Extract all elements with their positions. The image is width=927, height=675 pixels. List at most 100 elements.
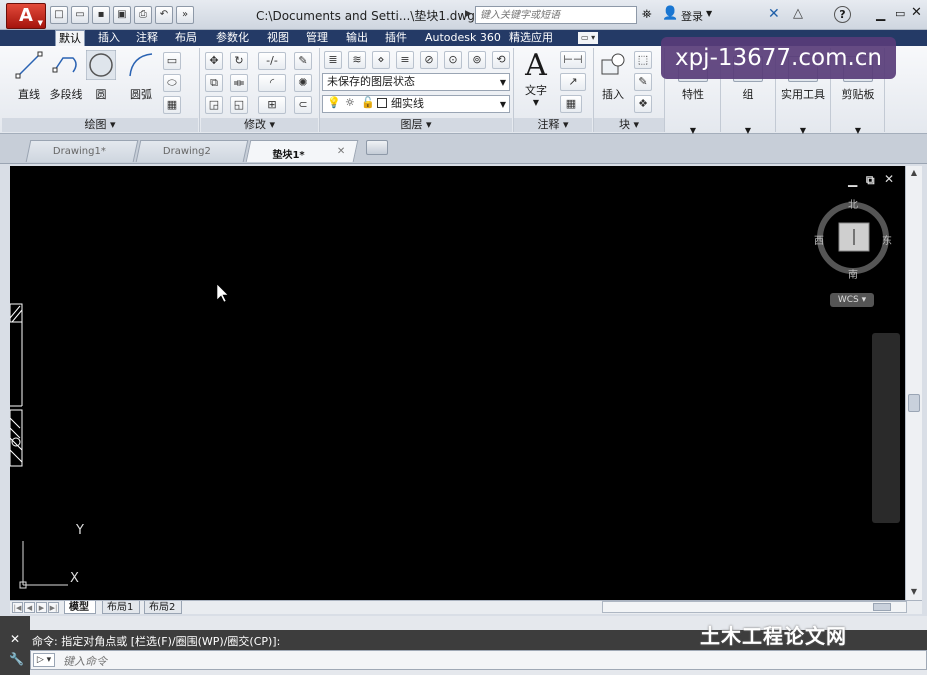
insert-block-button[interactable]: 插入 [596, 50, 630, 102]
minimize-button[interactable]: ▁ [876, 7, 885, 21]
close-button[interactable]: ✕ [911, 5, 922, 20]
create-block-icon[interactable]: ⬚ [634, 51, 652, 69]
next-layout-icon[interactable]: ▶ [36, 602, 47, 613]
search-input[interactable] [475, 6, 637, 24]
doc-tab-dianpian1[interactable]: 垫块1* ✕ [245, 140, 359, 162]
explode-icon[interactable]: ✺ [294, 74, 312, 92]
wcs-dropdown[interactable]: WCS ▾ [830, 293, 874, 307]
tab-manage[interactable]: 管理 [303, 30, 331, 46]
copy-icon[interactable]: ⧉ [205, 74, 223, 92]
stretch-icon[interactable]: ◲ [205, 96, 223, 114]
scroll-up-icon[interactable]: ▲ [906, 166, 922, 180]
tab-model[interactable]: 模型 [64, 601, 96, 614]
viewport-minimize-icon[interactable]: ▁ [848, 173, 857, 187]
tab-plugins[interactable]: 插件 [382, 30, 410, 46]
annotation-panel-title[interactable]: 注释 ▾ [514, 118, 592, 132]
block-panel-title[interactable]: 块 ▾ [594, 118, 664, 132]
search-expand-icon[interactable]: ▶ [465, 9, 472, 19]
array-icon[interactable]: ⊞ [258, 96, 286, 114]
layer-dropdown[interactable]: 💡 ☼ 🔓 细实线 ▼ [322, 95, 510, 113]
save-icon[interactable]: ▪ [92, 6, 110, 24]
circle-button[interactable]: 圆 [84, 50, 118, 102]
navigation-bar[interactable] [872, 333, 900, 523]
compass-west[interactable]: 西 [814, 232, 824, 247]
help-icon[interactable]: ? [834, 6, 851, 23]
login-link[interactable]: 登录 [681, 8, 703, 24]
command-prompt-icon[interactable]: ▷ ▾ [33, 653, 55, 667]
tab-layout1[interactable]: 布局1 [102, 601, 141, 614]
vertical-scrollbar[interactable]: ▲ ▼ [905, 166, 922, 600]
text-button[interactable]: A 文字 ▼ [518, 50, 554, 108]
command-customize-icon[interactable]: 🔧 [9, 652, 24, 666]
layer-lock-icon[interactable]: ⊙ [444, 51, 462, 69]
hscroll-thumb[interactable] [873, 603, 891, 611]
command-close-icon[interactable]: ✕ [10, 632, 20, 646]
ellipse-icon[interactable]: ⬭ [163, 74, 181, 92]
doc-tab-drawing2[interactable]: Drawing2 [135, 140, 249, 162]
drawing-canvas[interactable]: Y X ▁ ⧉ ✕ 北 南 东 西 [10, 166, 905, 600]
command-line-handle[interactable]: ✕ 🔧 [0, 616, 30, 675]
layers-panel-title[interactable]: 图层 ▾ [320, 118, 512, 132]
scroll-down-icon[interactable]: ▼ [906, 585, 922, 599]
rotate-icon[interactable]: ↻ [230, 52, 248, 70]
scale-icon[interactable]: ◱ [230, 96, 248, 114]
tab-view[interactable]: 视图 [264, 30, 292, 46]
ribbon-minimize-toggle-icon[interactable]: ▭ ▾ [578, 32, 599, 44]
maximize-button[interactable]: ▭ [895, 7, 905, 20]
rectangle-icon[interactable]: ▭ [163, 52, 181, 70]
tab-layout[interactable]: 布局 [172, 30, 200, 46]
layer-state-icon[interactable]: ≋ [348, 51, 366, 69]
scroll-thumb[interactable] [908, 394, 920, 412]
application-menu-button[interactable]: A ▼ [6, 3, 46, 29]
new-file-icon[interactable]: □ [50, 6, 68, 24]
binoculars-icon[interactable]: ⛯ [642, 7, 652, 22]
tab-layout2[interactable]: 布局2 [144, 601, 183, 614]
first-layout-icon[interactable]: |◀ [12, 602, 23, 613]
doc-tab-drawing1[interactable]: Drawing1* [25, 140, 139, 162]
compass-east[interactable]: 东 [882, 232, 892, 247]
move-icon[interactable]: ✥ [205, 52, 223, 70]
edit-block-icon[interactable]: ✎ [634, 73, 652, 91]
undo-icon[interactable]: ↶ [155, 6, 173, 24]
erase-icon[interactable]: ✎ [294, 52, 312, 70]
viewport-restore-icon[interactable]: ⧉ [866, 173, 875, 188]
layer-isolate-icon[interactable]: ⋄ [372, 51, 390, 69]
command-input[interactable] [30, 650, 927, 670]
compass-south[interactable]: 南 [848, 266, 858, 281]
close-tab-icon[interactable]: ✕ [337, 146, 345, 157]
open-file-icon[interactable]: ▭ [71, 6, 89, 24]
layer-freeze-icon[interactable]: ≡ [396, 51, 414, 69]
tab-default[interactable]: 默认 [55, 30, 85, 46]
layer-match-icon[interactable]: ⊚ [468, 51, 486, 69]
last-layout-icon[interactable]: ▶| [48, 602, 59, 613]
polyline-button[interactable]: 多段线 [46, 50, 86, 102]
tab-autodesk-360[interactable]: Autodesk 360 [422, 30, 504, 46]
tab-annotate[interactable]: 注释 [133, 30, 161, 46]
tab-parametric[interactable]: 参数化 [213, 30, 252, 46]
user-icon[interactable]: 👤 [662, 6, 678, 21]
viewport-close-icon[interactable]: ✕ [884, 172, 894, 186]
line-button[interactable]: 直线 [10, 50, 48, 102]
tab-insert[interactable]: 插入 [95, 30, 123, 46]
exchange-apps-icon[interactable]: ✕ [768, 6, 780, 22]
prev-layout-icon[interactable]: ◀ [24, 602, 35, 613]
draw-panel-title[interactable]: 绘图 ▾ [2, 118, 198, 132]
tab-output[interactable]: 输出 [343, 30, 371, 46]
layer-off-icon[interactable]: ⊘ [420, 51, 438, 69]
modify-panel-title[interactable]: 修改 ▾ [201, 118, 318, 132]
login-dropdown-icon[interactable]: ▼ [706, 9, 712, 18]
block-attributes-icon[interactable]: ❖ [634, 95, 652, 113]
layer-state-dropdown[interactable]: 未保存的图层状态 ▼ [322, 73, 510, 91]
fillet-icon[interactable]: ◜ [258, 74, 286, 92]
new-tab-button[interactable] [366, 140, 388, 155]
mirror-icon[interactable]: ⟚ [230, 74, 248, 92]
table-icon[interactable]: ▦ [560, 95, 582, 113]
tab-featured-apps[interactable]: 精选应用 [506, 30, 556, 46]
a360-icon[interactable]: △ [793, 6, 803, 21]
compass-north[interactable]: 北 [848, 196, 858, 211]
layer-previous-icon[interactable]: ⟲ [492, 51, 510, 69]
trim-icon[interactable]: -/- [258, 52, 286, 70]
save-as-icon[interactable]: ▣ [113, 6, 131, 24]
hatch-icon[interactable]: ▦ [163, 96, 181, 114]
offset-icon[interactable]: ⊂ [294, 96, 312, 114]
